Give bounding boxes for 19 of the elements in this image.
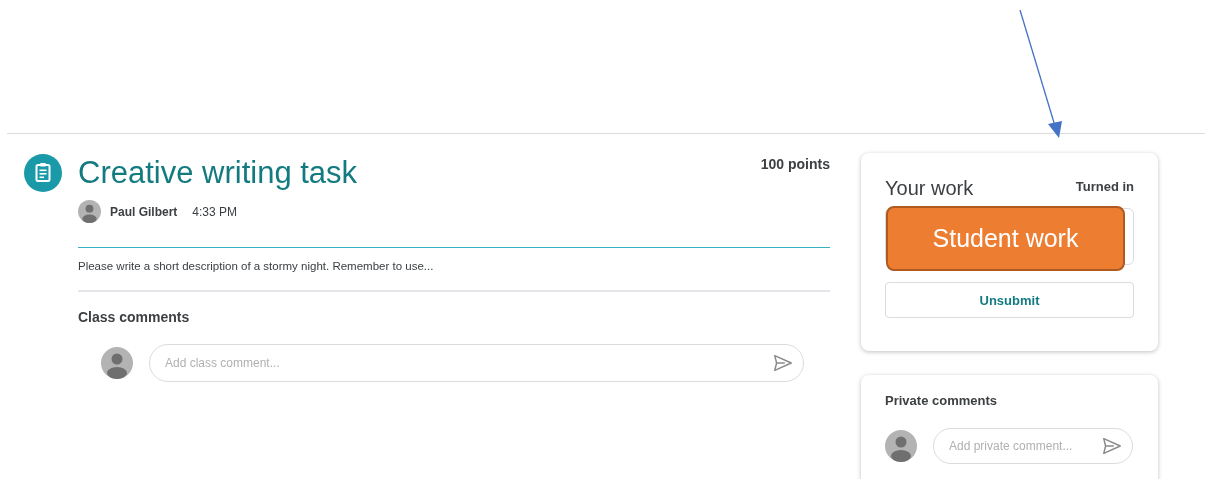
avatar-icon <box>101 347 133 379</box>
class-comment-field[interactable]: Add class comment... <box>149 344 804 382</box>
avatar-icon <box>885 430 917 462</box>
send-icon[interactable] <box>772 352 794 374</box>
author-name: Paul Gilbert <box>110 204 178 219</box>
points-label: 100 points <box>760 156 830 172</box>
private-comment-field[interactable]: Add private comment... <box>933 428 1133 464</box>
student-work-callout: Student work <box>886 206 1125 271</box>
class-comments-heading: Class comments <box>78 309 191 325</box>
private-comments-heading: Private comments <box>885 393 998 408</box>
send-icon[interactable] <box>1101 435 1123 457</box>
post-time: 4:33 PM <box>192 204 238 219</box>
your-work-heading: Your work <box>885 177 974 200</box>
avatar-icon <box>78 200 101 223</box>
unsubmit-button[interactable]: Unsubmit <box>885 282 1134 318</box>
assignment-description: Please write a short description of a stormy night. Remember to use... <box>78 259 435 274</box>
assignment-icon <box>24 154 62 192</box>
assignment-title: Creative writing task <box>78 154 358 192</box>
status-label: Turned in <box>1075 179 1134 194</box>
